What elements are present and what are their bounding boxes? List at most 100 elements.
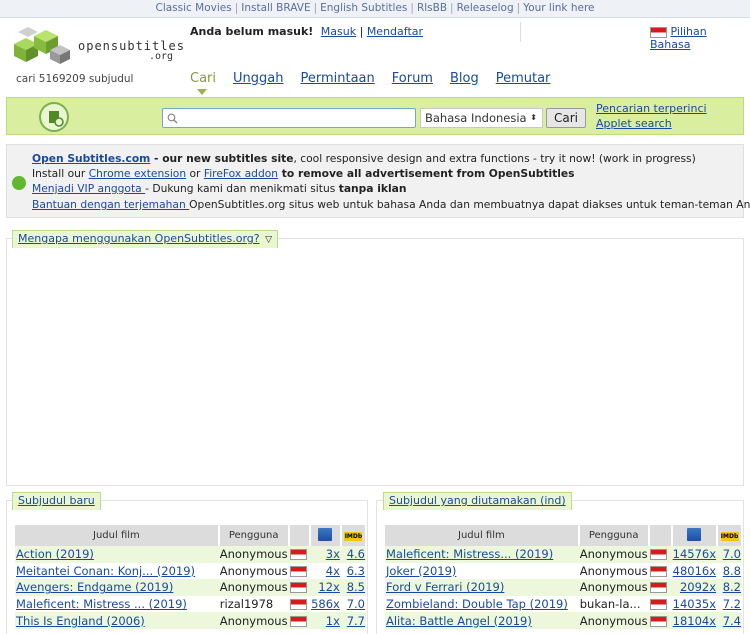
chrome-extension-link[interactable]: Chrome extension [89, 167, 186, 180]
search-button[interactable]: Cari [546, 108, 586, 128]
col-title-header: Judul film [15, 525, 220, 546]
topbar-link-rlsbb[interactable]: RlsBB [417, 2, 447, 14]
flag-icon [649, 582, 667, 594]
download-count-link[interactable]: 14576x [673, 547, 716, 561]
flag-icon [289, 582, 307, 594]
nav-pemutar[interactable]: Pemutar [496, 71, 551, 86]
not-logged-text: Anda belum masuk! [190, 25, 314, 38]
col-download-header [310, 525, 342, 546]
login-status: Anda belum masuk! Masuk | Mendaftar [190, 25, 424, 38]
latest-subtitles-link[interactable]: Subjudul baru [18, 494, 95, 507]
language-select-value: Bahasa Indonesia [425, 111, 527, 125]
table-row: Ford v Ferrari (2019) Anonymous 2092x 8.… [385, 579, 742, 596]
flag-icon [289, 565, 307, 577]
advanced-search-links: Pencarian terperinci Applet search [596, 101, 707, 131]
advanced-search-link[interactable]: Pencarian terperinci [596, 102, 707, 115]
nav-cari[interactable]: Cari [190, 71, 216, 86]
why-link[interactable]: Mengapa menggunakan OpenSubtitles.org? [18, 232, 260, 245]
table-row: Maleficent: Mistress ... (2019) rizal197… [15, 596, 366, 613]
table-row: Meitantei Conan: Konj... (2019) Anonymou… [15, 563, 366, 580]
imdb-rating-link[interactable]: 7.0 [347, 597, 365, 611]
imdb-rating-link[interactable]: 7.0 [723, 547, 741, 561]
featured-subtitles-panel: Judul film Pengguna IMDb Maleficent: Mis… [376, 500, 744, 634]
topbar-link-releaselog[interactable]: Releaselog [457, 2, 514, 14]
download-count-link[interactable]: 2092x [680, 580, 716, 594]
notice-bold-2: to remove all advertisement from OpenSub… [278, 167, 575, 180]
uploader: Anonymous [218, 579, 289, 596]
movie-title-link[interactable]: Alita: Battle Angel (2019) [386, 614, 532, 628]
nav-permintaan[interactable]: Permintaan [300, 71, 374, 86]
nav-forum[interactable]: Forum [392, 71, 433, 86]
login-link[interactable]: Masuk [321, 25, 356, 38]
notice-bold-3: tanpa iklan [338, 182, 407, 195]
download-count-link[interactable]: 48016x [673, 564, 716, 578]
register-link[interactable]: Mendaftar [367, 25, 423, 38]
latest-subtitles-panel: Judul film Pengguna IMDb Action (2019) A… [6, 500, 368, 634]
nav-unggah[interactable]: Unggah [233, 71, 283, 86]
notice-text-1: , cool responsive design and extra funct… [293, 152, 696, 165]
logo-domain: .org [149, 51, 174, 62]
topbar-link-english-subtitles[interactable]: English Subtitles [320, 2, 407, 14]
site-logo[interactable]: opensubtitles .org [10, 24, 185, 69]
imdb-rating-link[interactable]: 8.2 [723, 580, 741, 594]
notice-text-4: OpenSubtitles.org situs web untuk bahasa… [189, 198, 750, 211]
vip-link[interactable]: Menjadi VIP anggota [32, 182, 145, 195]
featured-subtitles-link[interactable]: Subjudul yang diutamakan (ind) [389, 494, 566, 507]
translation-help-link[interactable]: Bantuan dengan terjemahan [32, 198, 189, 211]
movie-title-link[interactable]: Avengers: Endgame (2019) [16, 580, 173, 594]
download-count-link[interactable]: 1x [326, 614, 340, 628]
why-panel [6, 238, 744, 486]
uploader: bukan-la... [579, 597, 641, 612]
imdb-rating-link[interactable]: 8.5 [347, 580, 365, 594]
uploader: rizal1978 [219, 597, 274, 612]
dropdown-triangle-icon: ▽ [265, 235, 273, 245]
why-tab[interactable]: Mengapa menggunakan OpenSubtitles.org? ▽ [12, 230, 279, 248]
download-count-link[interactable]: 4x [326, 564, 340, 578]
language-select[interactable]: Bahasa Indonesia ⬍ [420, 108, 543, 128]
download-count-link[interactable]: 586x [311, 597, 340, 611]
imdb-rating-link[interactable]: 7.2 [723, 597, 741, 611]
movie-title-link[interactable]: Joker (2019) [386, 564, 456, 578]
topbar-link-install-brave[interactable]: Install BRAVE [241, 2, 310, 14]
download-icon [687, 527, 702, 541]
movie-title-link[interactable]: Action (2019) [16, 547, 94, 561]
table-row: Maleficent: Mistress... (2019) Anonymous… [385, 546, 742, 563]
search-bar: Bahasa Indonesia ⬍ Cari Pencarian terper… [6, 97, 744, 135]
download-count-link[interactable]: 18104x [673, 614, 716, 628]
latest-subtitles-table: Judul film Pengguna IMDb Action (2019) A… [15, 525, 368, 629]
download-count-link[interactable]: 12x [318, 580, 339, 594]
imdb-rating-link[interactable]: 8.8 [723, 564, 741, 578]
movie-title-link[interactable]: Maleficent: Mistress ... (2019) [16, 597, 187, 611]
movie-title-link[interactable]: Maleficent: Mistress... (2019) [386, 547, 553, 561]
applet-search-link[interactable]: Applet search [596, 117, 672, 130]
imdb-rating-link[interactable]: 7.4 [723, 614, 741, 628]
movie-title-link[interactable]: This Is England (2006) [16, 614, 145, 628]
language-picker[interactable]: Pilihan Bahasa [650, 25, 750, 51]
imdb-rating-link[interactable]: 6.3 [347, 564, 365, 578]
movie-title-link[interactable]: Ford v Ferrari (2019) [386, 580, 504, 594]
featured-subtitles-tab[interactable]: Subjudul yang diutamakan (ind) [383, 492, 572, 510]
notice-line-2: Install our Chrome extension or FireFox … [32, 166, 575, 181]
col-user-header: Pengguna [578, 525, 650, 546]
search-input[interactable] [162, 108, 416, 128]
movie-title-link[interactable]: Meitantei Conan: Konj... (2019) [16, 564, 195, 578]
notice-text-3: - Dukung kami dan menikmati situs [145, 182, 339, 195]
movie-title-link[interactable]: Zombieland: Double Tap (2019) [386, 597, 568, 611]
download-count-link[interactable]: 14035x [673, 597, 716, 611]
uploader: Anonymous [219, 563, 288, 578]
opensubtitles-com-link[interactable]: Open Subtitles.com [32, 152, 150, 165]
download-count-link[interactable]: 3x [326, 547, 340, 561]
topbar-link-your-link[interactable]: Your link here [523, 2, 594, 14]
firefox-addon-link[interactable]: FireFox addon [204, 167, 278, 180]
uploader: Anonymous [579, 563, 648, 578]
topbar-link-classic-movies[interactable]: Classic Movies [155, 2, 231, 14]
upload-icon[interactable] [39, 102, 69, 132]
notice-text-2b: or [186, 167, 204, 180]
imdb-icon: IMDb [344, 532, 363, 541]
nav-blog[interactable]: Blog [450, 71, 479, 86]
flag-icon [649, 549, 667, 561]
latest-subtitles-tab[interactable]: Subjudul baru [12, 492, 101, 510]
imdb-rating-link[interactable]: 4.6 [347, 547, 365, 561]
imdb-rating-link[interactable]: 7.7 [347, 614, 365, 628]
main-nav: Cari Unggah Permintaan Forum Blog Pemutar [190, 71, 567, 86]
